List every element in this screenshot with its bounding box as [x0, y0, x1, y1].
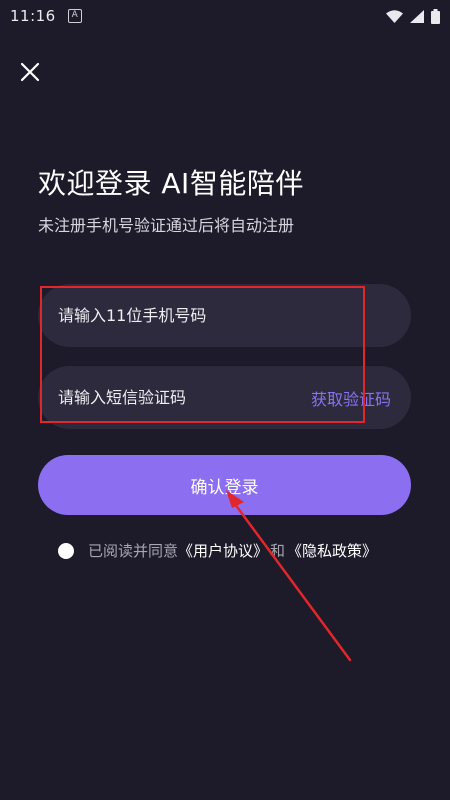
wifi-icon — [386, 9, 403, 23]
agreement-prefix: 已阅读并同意 — [88, 542, 179, 560]
notification-icon: A — [67, 9, 82, 23]
login-button[interactable]: 确认登录 — [38, 455, 411, 515]
page-subtitle: 未注册手机号验证通过后将自动注册 — [38, 216, 295, 235]
get-code-button[interactable]: 获取验证码 — [311, 386, 391, 410]
close-button[interactable] — [18, 60, 42, 84]
privacy-policy-link[interactable]: 《隐私政策》 — [287, 540, 377, 561]
code-field[interactable]: 获取验证码 — [38, 366, 411, 429]
status-bar: 11:16 A — [0, 0, 450, 32]
phone-input[interactable] — [58, 306, 391, 325]
agreement-row: 已阅读并同意 《用户协议》 和 《隐私政策》 — [58, 540, 377, 561]
status-icons — [386, 8, 440, 24]
user-agreement-link[interactable]: 《用户协议》 — [178, 540, 268, 561]
status-time: 11:16 — [10, 7, 56, 25]
close-icon — [20, 62, 40, 82]
agreement-radio[interactable] — [58, 542, 74, 559]
sms-code-input[interactable] — [58, 388, 303, 407]
page-title: 欢迎登录 AI智能陪伴 — [38, 167, 304, 200]
battery-icon — [431, 8, 440, 24]
signal-icon — [410, 9, 424, 23]
phone-field[interactable] — [38, 284, 411, 347]
agreement-connector: 和 — [270, 542, 286, 560]
